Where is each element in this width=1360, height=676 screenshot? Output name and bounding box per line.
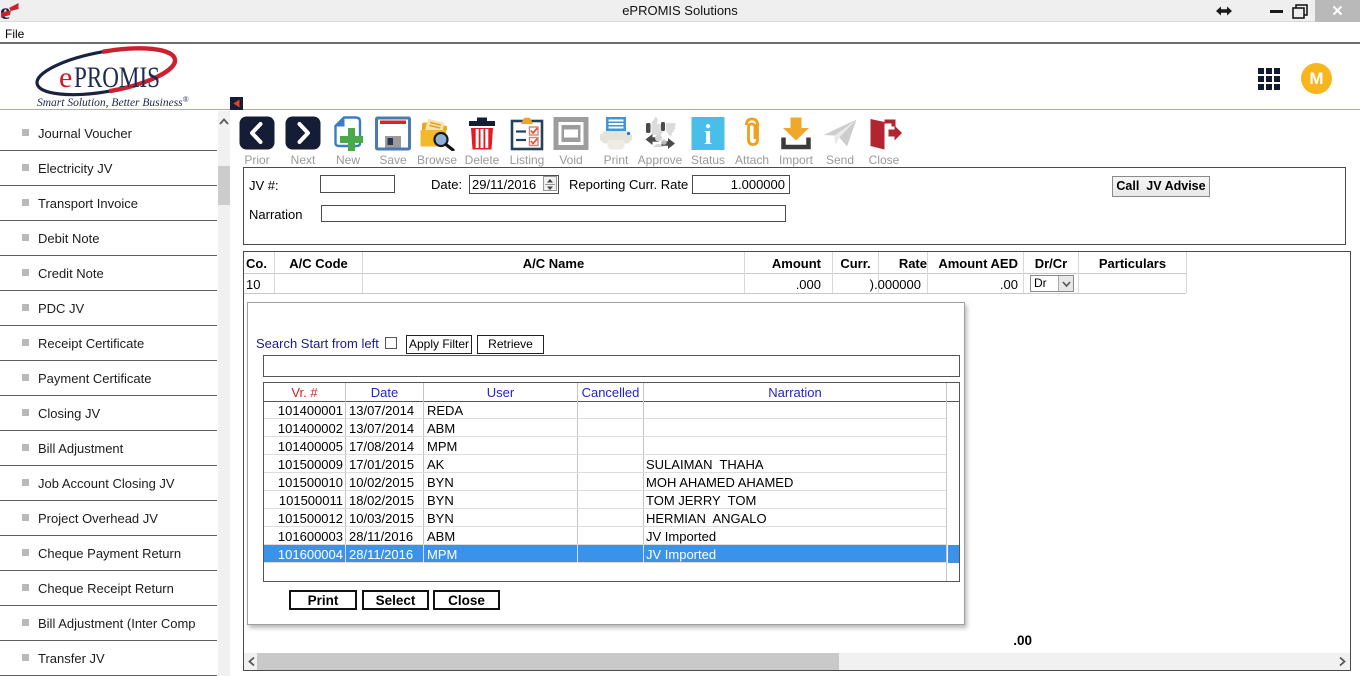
svg-text:PROMIS: PROMIS xyxy=(74,61,160,94)
svg-text:e: e xyxy=(59,61,72,94)
svg-text:i: i xyxy=(704,120,712,151)
